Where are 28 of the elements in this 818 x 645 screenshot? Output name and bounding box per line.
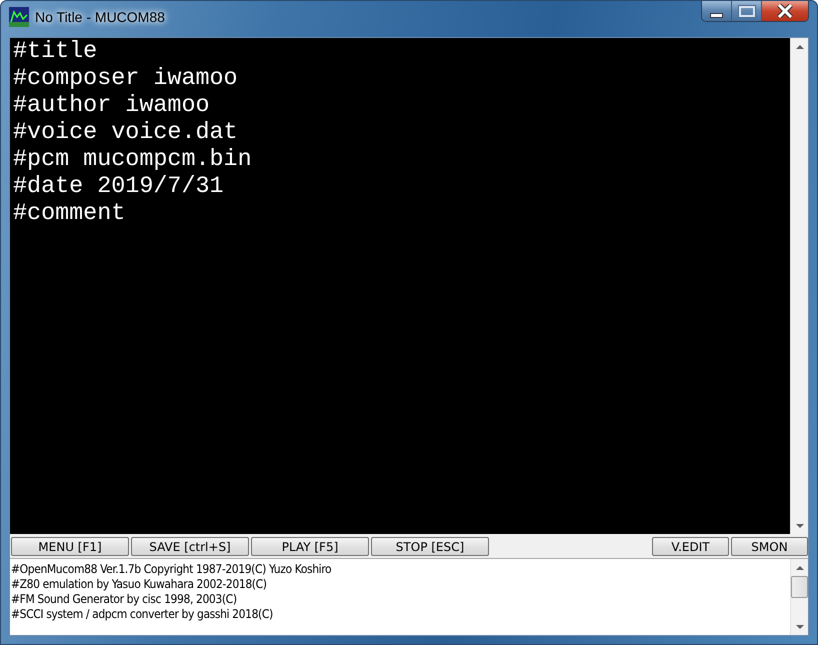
- toolbar-button[interactable]: PLAY [F5]: [251, 537, 369, 556]
- toolbar-button[interactable]: STOP [ESC]: [371, 537, 489, 556]
- maximize-button[interactable]: [732, 1, 762, 21]
- maximize-icon: [738, 6, 754, 16]
- toolbar-button[interactable]: V.EDIT: [652, 537, 729, 556]
- close-icon: [776, 4, 794, 18]
- close-button[interactable]: [762, 1, 808, 21]
- toolbar-button[interactable]: SMON: [731, 537, 808, 556]
- code-line: #author iwamoo: [13, 93, 210, 120]
- log-line: #FM Sound Generator by cisc 1998, 2003(C): [11, 592, 237, 607]
- minimize-button[interactable]: [702, 1, 732, 21]
- window-title: No Title - MUCOM88: [35, 8, 165, 24]
- toolbar-button[interactable]: SAVE [ctrl+S]: [131, 537, 249, 556]
- log-line: #OpenMucom88 Ver.1.7b Copyright 1987-2019(C) Yuzo Koshiro: [11, 562, 332, 577]
- minimize-icon: [710, 12, 723, 18]
- scroll-thumb[interactable]: [791, 576, 808, 598]
- app-icon: [9, 6, 29, 26]
- scrollbar[interactable]: [790, 38, 808, 534]
- code-line: #voice voice.dat: [13, 120, 238, 147]
- code-line: #pcm mucompcm.bin: [13, 147, 252, 174]
- log-line: #Z80 emulation by Yasuo Kuwahara 2002-2018(C): [11, 577, 267, 592]
- code-line: #date 2019/7/31: [13, 174, 224, 201]
- code-line: #comment: [13, 201, 126, 228]
- code-line: #title: [13, 39, 98, 66]
- log-line: #SCCI system / adpcm converter by gasshi 2018(C): [11, 607, 273, 622]
- toolbar-button[interactable]: MENU [F1]: [11, 537, 129, 556]
- scrollbar[interactable]: [790, 559, 808, 635]
- code-line: #composer iwamoo: [13, 66, 238, 93]
